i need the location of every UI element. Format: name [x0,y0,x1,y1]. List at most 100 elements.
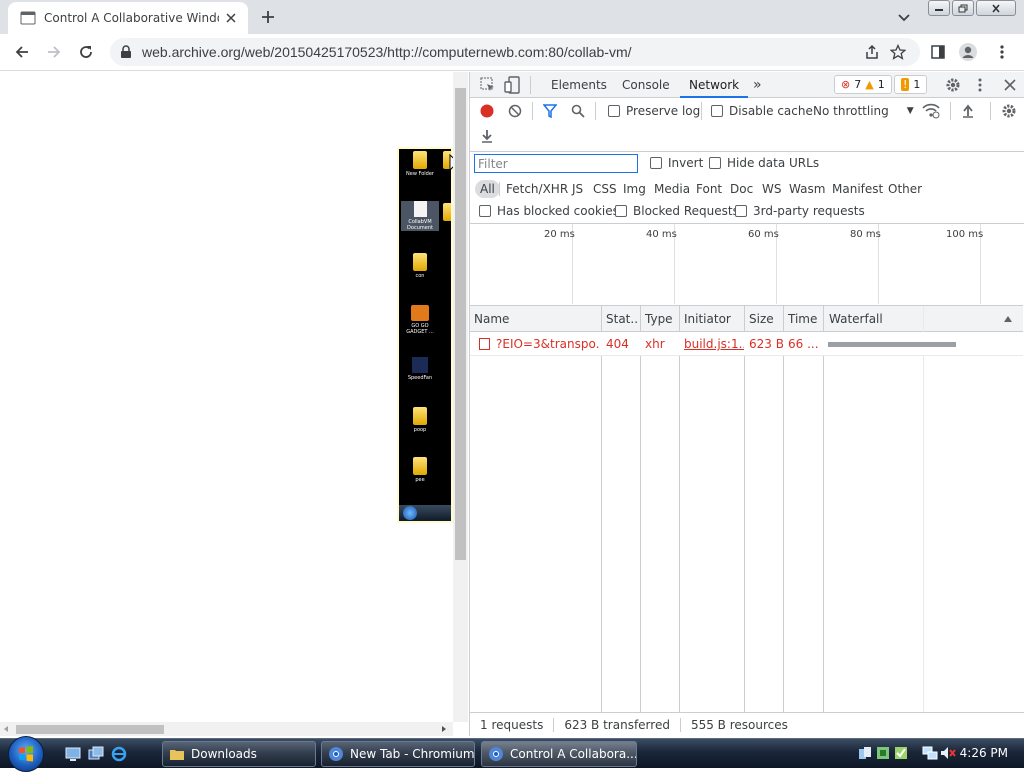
type-filter-other[interactable]: Other [885,180,925,198]
close-tab-icon[interactable] [224,11,238,25]
type-filter-ws[interactable]: WS [759,180,784,198]
close-window-button[interactable] [976,0,1016,16]
taskbar-button-new-tab[interactable]: New Tab - Chromium [321,741,475,767]
record-icon[interactable] [480,104,494,118]
tray-app-icon[interactable] [858,746,872,760]
import-har-icon[interactable] [961,104,975,118]
system-clock[interactable]: 4:26 PM [960,746,1008,760]
disable-cache-checkbox[interactable]: Disable cache [711,104,813,118]
address-bar[interactable]: web.archive.org/web/20150425170523/http:… [110,38,920,66]
tray-app-icon[interactable] [894,746,908,760]
type-filter-css[interactable]: CSS [590,180,620,198]
network-conditions-icon[interactable] [922,103,940,119]
type-filter-font[interactable]: Font [693,180,725,198]
desktop-icon[interactable]: pee [401,457,439,483]
third-party-requests-checkbox[interactable]: 3rd-party requests [735,204,865,218]
throttling-select[interactable]: No throttling ▼ [813,104,914,118]
reload-button[interactable] [76,42,96,62]
network-icon[interactable] [922,746,938,760]
switch-windows-icon[interactable] [88,746,104,762]
type-filter-doc[interactable]: Doc [727,180,756,198]
lock-icon[interactable] [120,45,132,59]
checkbox[interactable] [735,205,747,217]
filter-icon[interactable] [543,104,557,118]
back-button[interactable] [12,42,32,62]
scrollbar-thumb[interactable] [16,725,164,734]
tab-elements[interactable]: Elements [551,72,607,98]
checkbox[interactable] [479,205,491,217]
tab-network[interactable]: Network [680,72,749,98]
desktop-icon[interactable]: SpeedFan [401,357,439,381]
type-filter-wasm[interactable]: Wasm [786,180,828,198]
gear-icon[interactable] [945,77,961,93]
close-icon[interactable] [1004,79,1016,91]
minimize-window-button[interactable] [928,0,950,16]
inspect-element-icon[interactable] [480,77,496,93]
checkbox[interactable] [711,105,723,117]
new-tab-icon[interactable] [258,7,278,27]
table-row[interactable]: ?EIO=3&transpo... 404 xhr build.js:1... … [470,332,1023,356]
desktop-icon[interactable]: poop [401,407,439,433]
scroll-left-icon[interactable] [2,725,10,733]
column-header-waterfall[interactable]: Waterfall [825,306,1005,332]
checkbox[interactable] [615,205,627,217]
column-header-name[interactable]: Name [470,306,600,332]
scrollbar-thumb[interactable] [455,88,466,560]
sort-ascending-icon[interactable] [1003,315,1013,323]
desktop-icon[interactable]: CollabVM Document [401,201,439,231]
type-filter-all[interactable]: All [475,180,500,198]
page-vertical-scrollbar[interactable] [453,72,468,722]
tray-app-icon[interactable] [876,746,890,760]
invert-checkbox[interactable]: Invert [650,156,703,170]
page-horizontal-scrollbar[interactable] [0,722,453,736]
issues-badge[interactable]: ! 1 [894,75,928,94]
column-header-initiator[interactable]: Initiator [680,306,744,332]
cell-initiator-link[interactable]: build.js:1... [680,332,744,356]
search-icon[interactable] [571,104,585,118]
network-settings-gear-icon[interactable] [1001,103,1017,119]
desktop-icon[interactable]: New Folder [401,151,439,177]
type-filter-fetch-xhr[interactable]: Fetch/XHR [503,180,571,198]
side-panel-button[interactable] [928,42,948,62]
type-filter-img[interactable]: Img [620,180,649,198]
browser-menu-button[interactable] [992,42,1012,62]
show-desktop-icon[interactable] [65,746,81,762]
network-overview-timeline[interactable]: 20 ms 40 ms 60 ms 80 ms 100 ms [470,224,1023,306]
checkbox[interactable] [650,157,662,169]
filter-input[interactable] [474,154,638,173]
share-button[interactable] [862,42,882,62]
desktop-icon[interactable]: con [401,253,439,279]
vm-display[interactable]: New Folder CollabVM Document con GO GO G… [397,147,453,523]
console-counts-badge[interactable]: ⊗ 7 ▲ 1 [834,75,892,94]
chevron-down-icon[interactable] [896,9,912,25]
preserve-log-checkbox[interactable]: Preserve log [608,104,700,118]
browser-tab-active[interactable]: Control A Collaborative Windows [8,2,248,34]
scroll-right-icon[interactable] [440,725,448,733]
url-text[interactable]: web.archive.org/web/20150425170523/http:… [142,44,632,60]
type-filter-js[interactable]: JS [569,180,586,198]
volume-muted-icon[interactable] [940,746,956,760]
column-header-size[interactable]: Size [745,306,783,332]
checkbox[interactable] [608,105,620,117]
desktop-icon[interactable]: GO GO GADGET ... [401,305,439,335]
taskbar-button-downloads[interactable]: Downloads [162,741,316,767]
tab-console[interactable]: Console [622,72,670,98]
type-filter-media[interactable]: Media [651,180,693,198]
type-filter-manifest[interactable]: Manifest [829,180,886,198]
cell-name[interactable]: ?EIO=3&transpo... [492,332,600,356]
column-header-time[interactable]: Time [784,306,824,332]
kebab-menu-icon[interactable] [978,77,982,93]
hide-data-urls-checkbox[interactable]: Hide data URLs [709,156,819,170]
internet-explorer-icon[interactable] [111,746,127,762]
export-har-icon[interactable] [480,129,494,143]
vm-start-orb-icon[interactable] [403,506,417,520]
column-header-type[interactable]: Type [641,306,679,332]
device-toolbar-icon[interactable] [504,76,520,94]
bookmark-button[interactable] [888,42,908,62]
forward-button[interactable] [44,42,64,62]
checkbox[interactable] [709,157,721,169]
profile-button[interactable] [958,42,978,62]
start-button[interactable] [8,736,44,772]
column-header-status[interactable]: Stat.. [602,306,640,332]
blocked-requests-checkbox[interactable]: Blocked Requests [615,204,739,218]
